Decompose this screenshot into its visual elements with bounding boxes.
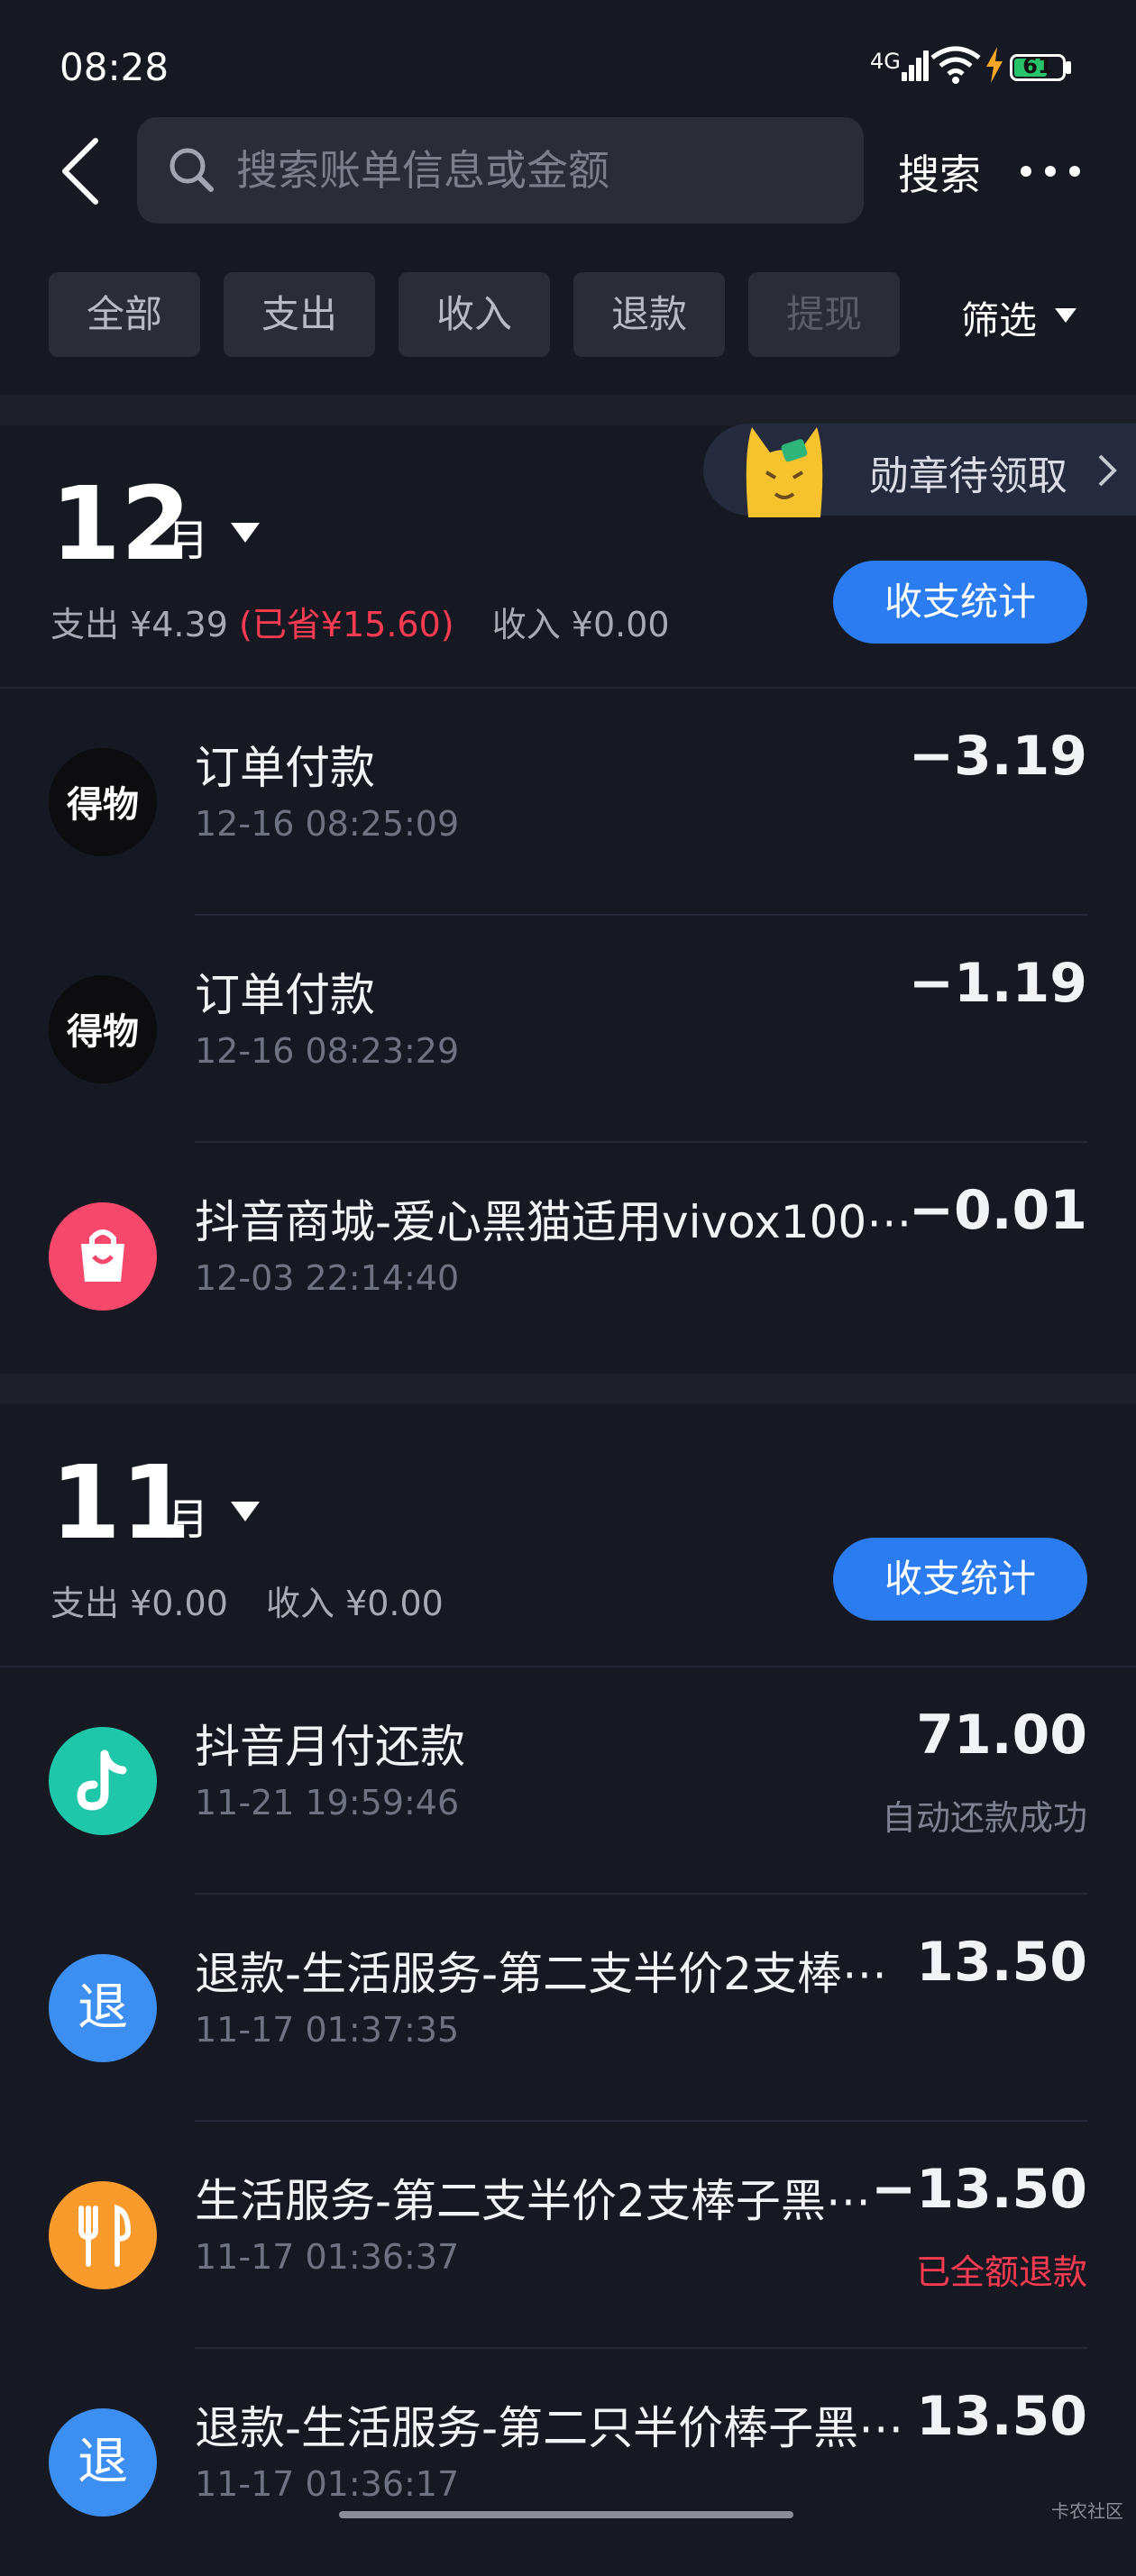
back-icon[interactable]: [56, 135, 105, 207]
transaction-row[interactable]: 抖音商城-爱心黑猫适用vivox100⋯ 12-03 22:14:40 −0.0…: [0, 1143, 1136, 1370]
tab-income[interactable]: 收入: [399, 272, 550, 357]
filter-button[interactable]: 筛选: [961, 290, 1037, 345]
month-picker-caret-icon[interactable]: [231, 523, 260, 543]
transaction-row[interactable]: 退 退款-生活服务-第二支半价2支棒⋯ 11-17 01:37:35 13.50: [0, 1895, 1136, 2122]
tiktok-icon: [49, 1727, 157, 1835]
transaction-time: 12-16 08:25:09: [195, 804, 460, 844]
month-picker-caret-icon[interactable]: [231, 1502, 260, 1521]
search-input[interactable]: 搜索账单信息或金额: [137, 117, 864, 224]
signal-icon: [902, 50, 929, 81]
transaction-title: 退款-生活服务-第二只半价棒子黑⋯: [195, 2402, 904, 2454]
transaction-amount: 13.50: [916, 1931, 1087, 1994]
refund-icon: 退: [49, 2408, 157, 2517]
transaction-time: 11-21 19:59:46: [195, 1783, 460, 1822]
tab-refund[interactable]: 退款: [573, 272, 725, 357]
transaction-amount: −3.19: [908, 725, 1087, 788]
transaction-time: 11-17 01:36:37: [195, 2237, 460, 2277]
network-type: 4G: [870, 49, 901, 74]
transaction-row[interactable]: 抖音月付还款 11-21 19:59:46 71.00 自动还款成功: [0, 1667, 1136, 1895]
status-bar: 08:28 4G 61: [0, 0, 1136, 135]
transaction-title: 退款-生活服务-第二支半价2支棒⋯: [195, 1948, 887, 2000]
transaction-row[interactable]: 得物 订单付款 12-16 08:25:09 −3.19: [0, 689, 1136, 916]
transaction-amount: 13.50: [916, 2385, 1087, 2448]
battery-level: 61: [1022, 53, 1053, 78]
watermark: 卡农社区: [1051, 2500, 1123, 2522]
svg-text:退: 退: [78, 1978, 128, 2037]
section-divider: [0, 395, 1136, 425]
badge-label: 勋章待领取: [869, 453, 1067, 499]
transaction-title: 生活服务-第二支半价2支棒子黑⋯: [195, 2175, 871, 2227]
saved-amount: (已省¥15.60): [238, 605, 454, 644]
tab-all[interactable]: 全部: [49, 272, 200, 357]
transaction-title: 订单付款: [195, 969, 375, 1021]
transaction-time: 11-17 01:36:17: [195, 2464, 460, 2504]
dewu-icon: 得物: [49, 975, 157, 1083]
chevron-right-icon: [1098, 454, 1117, 487]
income-total: 收入 ¥0.00: [265, 1584, 444, 1623]
caret-down-icon: [1055, 308, 1076, 323]
transaction-amount: 71.00: [916, 1704, 1087, 1767]
search-icon: [169, 148, 214, 192]
search-button[interactable]: 搜索: [898, 142, 981, 202]
transaction-row[interactable]: 得物 订单付款 12-16 08:23:29 −1.19: [0, 916, 1136, 1143]
stats-button[interactable]: 收支统计: [833, 1538, 1087, 1621]
shopping-bag-icon: [49, 1202, 157, 1311]
svg-text:得物: 得物: [67, 784, 139, 826]
transaction-time: 11-17 01:37:35: [195, 2010, 460, 2050]
section-divider: [0, 1374, 1136, 1404]
transaction-row[interactable]: 退 退款-生活服务-第二只半价棒子黑⋯ 11-17 01:36:17 13.50: [0, 2349, 1136, 2576]
svg-text:退: 退: [78, 2433, 128, 2491]
transaction-amount: −13.50: [870, 2158, 1087, 2221]
transaction-title: 订单付款: [195, 742, 375, 794]
more-icon[interactable]: [1021, 153, 1080, 189]
transaction-title: 抖音商城-爱心黑猫适用vivox100⋯: [195, 1196, 907, 1248]
transaction-amount: −0.01: [908, 1179, 1087, 1242]
month-unit: 月: [166, 516, 210, 566]
month-summary: 支出 ¥0.00 收入 ¥0.00: [50, 1576, 444, 1625]
tab-expense[interactable]: 支出: [224, 272, 375, 357]
transaction-time: 12-16 08:23:29: [195, 1031, 460, 1071]
month-unit: 月: [166, 1494, 210, 1545]
cat-mascot-icon: [746, 427, 823, 517]
transaction-row[interactable]: 生活服务-第二支半价2支棒子黑⋯ 11-17 01:36:37 −13.50 已…: [0, 2122, 1136, 2349]
stats-button[interactable]: 收支统计: [833, 561, 1087, 644]
spend-total: 支出 ¥0.00: [50, 1584, 228, 1623]
battery-icon: 61: [1010, 53, 1066, 81]
transaction-title: 抖音月付还款: [195, 1721, 465, 1773]
svg-text:得物: 得物: [67, 1011, 139, 1053]
transaction-amount: −1.19: [908, 952, 1087, 1015]
month-summary: 支出 ¥4.39 (已省¥15.60) 收入 ¥0.00: [50, 597, 670, 646]
transaction-status: 自动还款成功: [881, 1798, 1087, 1838]
income-total: 收入 ¥0.00: [491, 605, 670, 644]
tab-withdraw[interactable]: 提现: [748, 272, 900, 357]
transaction-status: 已全额退款: [915, 2252, 1087, 2292]
battery-cap: [1066, 61, 1071, 74]
medal-badge[interactable]: 勋章待领取: [703, 424, 1136, 517]
refund-icon: 退: [49, 1954, 157, 2062]
home-indicator[interactable]: [339, 2511, 793, 2518]
search-placeholder: 搜索账单信息或金额: [236, 146, 609, 195]
status-time: 08:28: [60, 45, 169, 89]
dewu-icon: 得物: [49, 748, 157, 856]
wifi-icon: [930, 46, 981, 84]
food-icon: [49, 2181, 157, 2289]
charging-icon: [986, 47, 1003, 83]
spend-total: 支出 ¥4.39: [50, 605, 228, 644]
transaction-time: 12-03 22:14:40: [195, 1258, 460, 1298]
